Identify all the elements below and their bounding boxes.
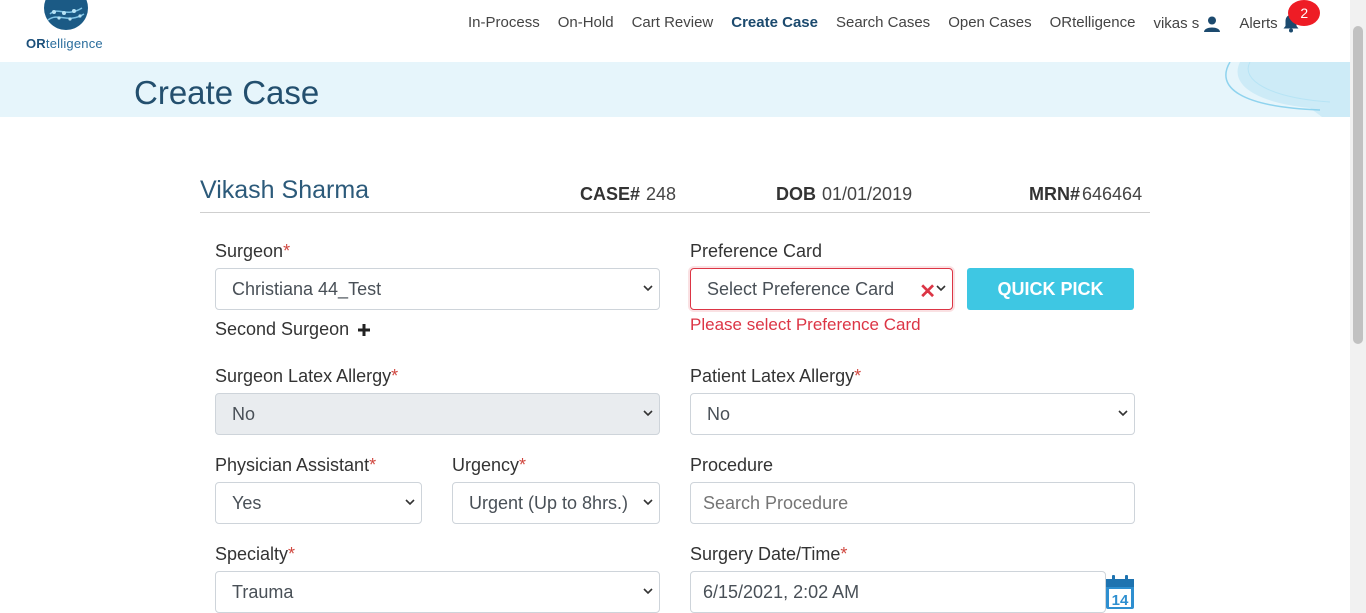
chevron-down-icon (643, 285, 653, 292)
chevron-down-icon (643, 410, 653, 417)
quick-pick-button[interactable]: QUICK PICK (967, 268, 1134, 310)
nav-create-case[interactable]: Create Case (731, 14, 818, 33)
page-banner: Create Case (0, 62, 1350, 117)
page-title: Create Case (134, 74, 320, 111)
patient-latex-allergy-label: Patient Latex Allergy* (690, 366, 862, 386)
preference-card-label: Preference Card (690, 241, 823, 261)
user-menu[interactable]: vikas s (1153, 14, 1221, 33)
patient-header: Vikash Sharma CASE# 248 DOB 01/01/2019 MRN… (200, 174, 1150, 213)
surgery-date-input[interactable]: 6/15/2021, 2:02 AM (690, 571, 1106, 613)
patient-name: Vikash Sharma (200, 176, 370, 204)
calendar-icon[interactable]: 14 (1105, 573, 1135, 609)
patient-dob: DOB 01/01/2019 (776, 184, 913, 204)
chevron-down-icon (1118, 410, 1128, 417)
specialty-label: Specialty* (215, 544, 296, 564)
second-surgeon-toggle[interactable]: Second Surgeon (215, 319, 371, 340)
urgency-label: Urgency* (452, 455, 527, 475)
surgeon-label: Surgeon* (215, 241, 291, 261)
preference-card-select[interactable]: Select Preference Card ✕ (690, 268, 953, 310)
nav-search-cases[interactable]: Search Cases (836, 14, 930, 33)
logo-emblem (44, 0, 88, 30)
nav-cart-review[interactable]: Cart Review (632, 14, 714, 33)
patient-latex-allergy-select[interactable]: No (690, 393, 1135, 435)
physician-assistant-label: Physician Assistant* (215, 455, 377, 475)
urgency-select[interactable]: Urgent (Up to 8hrs.) (452, 482, 660, 524)
chevron-down-icon (643, 499, 653, 506)
specialty-select[interactable]: Trauma (215, 571, 660, 613)
user-name: vikas s (1153, 15, 1200, 32)
preference-card-error: Please select Preference Card (690, 315, 921, 334)
chevron-down-icon (405, 499, 415, 506)
surgeon-latex-allergy-select[interactable]: No (215, 393, 660, 435)
physician-assistant-select[interactable]: Yes (215, 482, 422, 524)
surgery-date-label: Surgery Date/Time* (690, 544, 848, 564)
nav-on-hold[interactable]: On-Hold (558, 14, 614, 33)
page-scrollbar[interactable] (1350, 0, 1366, 613)
user-icon (1204, 16, 1221, 32)
alerts-count-badge: 2 (1288, 0, 1321, 26)
surgeon-latex-allergy-label: Surgeon Latex Allergy* (215, 366, 399, 386)
calendar-day: 14 (1112, 592, 1129, 609)
patient-mrn: MRN# 646464 (1029, 184, 1143, 204)
logo-wordmark: ORtelligence (26, 36, 103, 51)
nav-ortelligence[interactable]: ORtelligence (1050, 14, 1136, 33)
ortelligence-logo[interactable]: ORtelligence (24, 0, 114, 58)
alerts-label: Alerts (1239, 15, 1278, 32)
chevron-down-icon (936, 285, 946, 292)
chevron-down-icon (643, 588, 653, 595)
alerts-link[interactable]: Alerts 2 (1239, 0, 1321, 33)
procedure-label: Procedure (690, 455, 774, 475)
surgeon-select[interactable]: Christiana 44_Test (215, 268, 660, 310)
case-number: CASE# 248 (580, 184, 677, 204)
nav-in-process[interactable]: In-Process (468, 14, 540, 33)
procedure-search-input[interactable] (690, 482, 1135, 524)
nav-open-cases[interactable]: Open Cases (948, 14, 1031, 33)
clear-icon[interactable]: ✕ (919, 279, 936, 304)
plus-icon (358, 323, 371, 336)
top-navbar: ORtelligence In-Process On-Hold Cart Rev… (0, 0, 1350, 62)
banner-wave-decoration (1225, 62, 1350, 117)
scrollbar-thumb[interactable] (1353, 26, 1363, 344)
main-nav: In-Process On-Hold Cart Review Create Ca… (468, 0, 1321, 33)
